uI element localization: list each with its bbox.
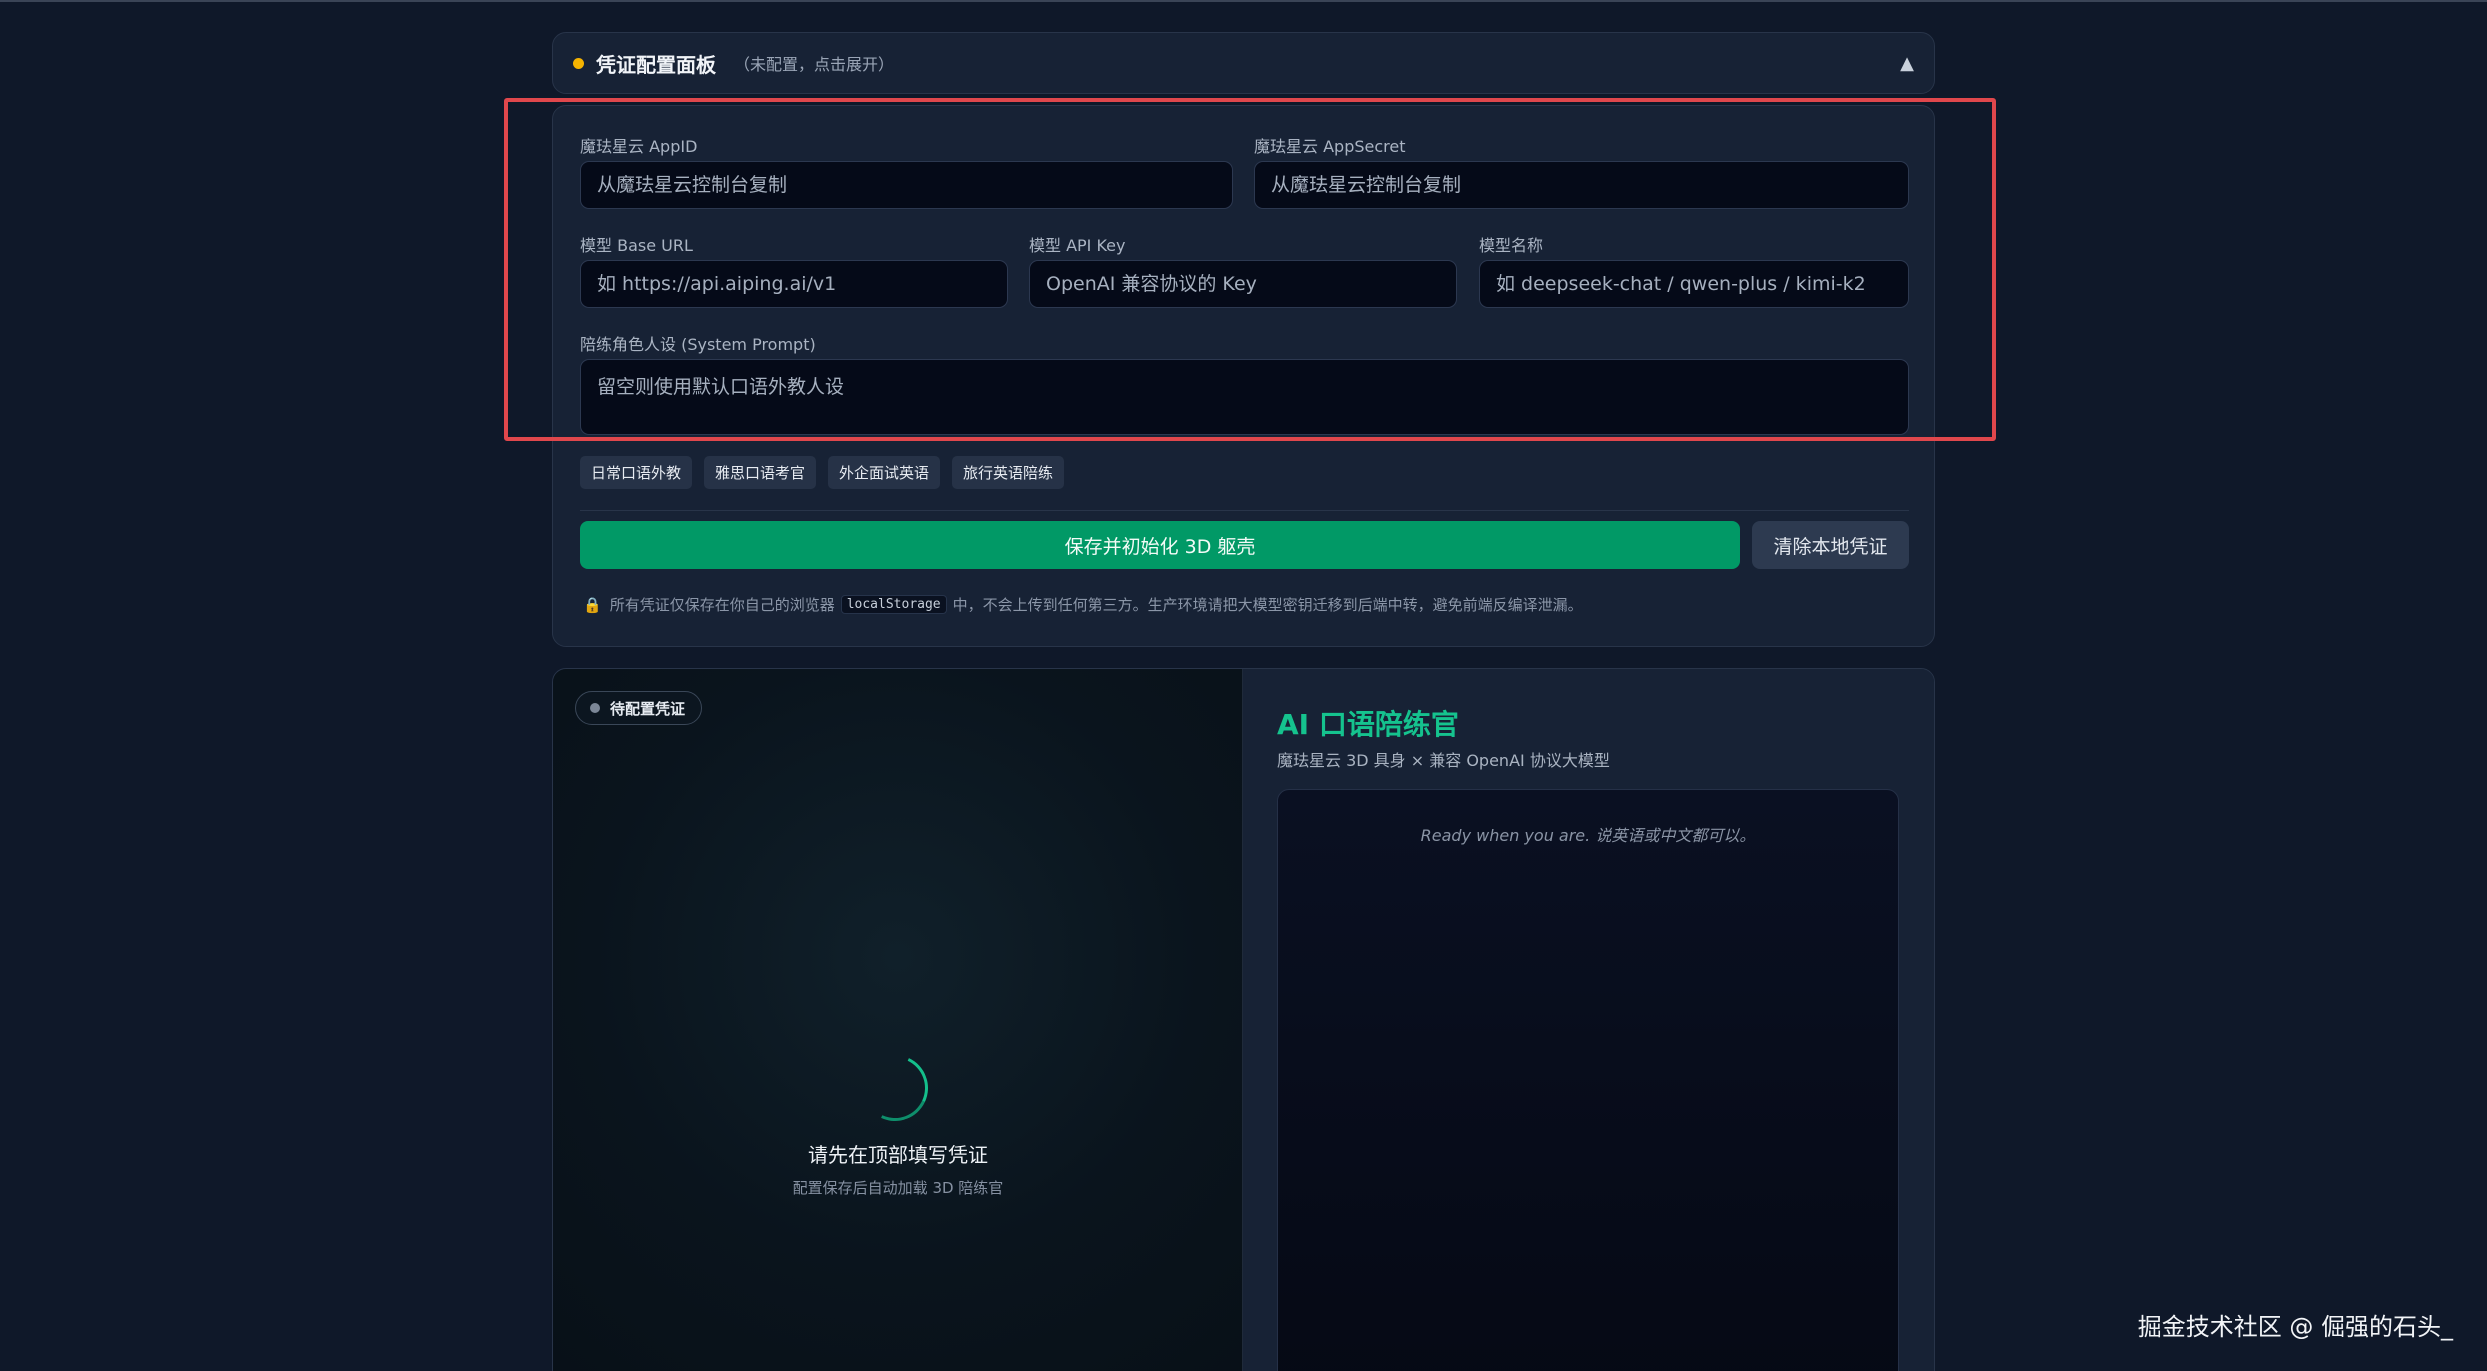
preset-chip-travel[interactable]: 旅行英语陪练	[952, 456, 1065, 489]
chat-message-area[interactable]: Ready when you are. 说英语或中文都可以。	[1277, 789, 1899, 1371]
chat-empty-hint: Ready when you are. 说英语或中文都可以。	[1420, 826, 1756, 845]
stage-status-text: 待配置凭证	[610, 699, 686, 718]
loading-spinner-icon	[852, 1045, 938, 1131]
api-key-label: 模型 API Key	[1029, 236, 1126, 255]
notice-code-localstorage: localStorage	[840, 595, 947, 614]
privacy-notice: 🔒 所有凭证仅保存在你自己的浏览器 localStorage 中，不会上传到任何…	[583, 594, 1583, 615]
config-panel-header[interactable]: 凭证配置面板 （未配置，点击展开） ▲	[552, 32, 1935, 94]
main-workspace: 待配置凭证 请先在顶部填写凭证 配置保存后自动加载 3D 陪练官 AI 口语陪练…	[552, 668, 1935, 1371]
notice-text-before: 所有凭证仅保存在你自己的浏览器	[609, 596, 835, 614]
appsecret-input[interactable]	[1254, 161, 1909, 209]
panel-divider	[580, 510, 1909, 511]
base-url-label: 模型 Base URL	[580, 236, 693, 255]
config-panel-subtitle: （未配置，点击展开）	[734, 55, 895, 74]
appsecret-label: 魔珐星云 AppSecret	[1254, 137, 1406, 156]
lock-icon: 🔒	[583, 595, 602, 614]
status-dot-yellow	[573, 57, 584, 69]
chat-panel: AI 口语陪练官 魔珐星云 3D 具身 × 兼容 OpenAI 协议大模型 Re…	[1243, 669, 1934, 1371]
top-border	[0, 0, 2487, 2]
notice-text-after: 中，不会上传到任何第三方。生产环境请把大模型密钥迁移到后端中转，避免前端反编译泄…	[952, 596, 1583, 614]
system-prompt-textarea[interactable]	[580, 359, 1909, 435]
system-prompt-label: 陪练角色人设 (System Prompt)	[580, 335, 816, 354]
status-dot-gray	[590, 703, 600, 713]
chat-title: AI 口语陪练官	[1277, 708, 1459, 741]
clear-credentials-button[interactable]: 清除本地凭证	[1752, 521, 1909, 569]
stage-submessage: 配置保存后自动加载 3D 陪练官	[792, 1179, 1004, 1197]
chat-subtitle: 魔珐星云 3D 具身 × 兼容 OpenAI 协议大模型	[1277, 751, 1610, 770]
model-name-input[interactable]	[1479, 260, 1909, 308]
stage-status-badge: 待配置凭证	[575, 691, 703, 725]
avatar-stage: 待配置凭证 请先在顶部填写凭证 配置保存后自动加载 3D 陪练官	[553, 669, 1243, 1371]
api-key-input[interactable]	[1029, 260, 1457, 308]
model-name-label: 模型名称	[1479, 236, 1544, 255]
preset-chip-row: 日常口语外教 雅思口语考官 外企面试英语 旅行英语陪练	[580, 456, 1065, 489]
preset-chip-interview[interactable]: 外企面试英语	[828, 456, 941, 489]
preset-chip-daily[interactable]: 日常口语外教	[580, 456, 693, 489]
config-form-panel: 魔珐星云 AppID 魔珐星云 AppSecret 模型 Base URL 模型…	[552, 105, 1935, 647]
save-init-button[interactable]: 保存并初始化 3D 躯壳	[580, 521, 1740, 569]
watermark: 掘金技术社区 @ 倔强的石头_	[2137, 1313, 2453, 1341]
config-panel-title: 凭证配置面板	[596, 52, 716, 77]
appid-label: 魔珐星云 AppID	[580, 137, 698, 156]
appid-input[interactable]	[580, 161, 1233, 209]
caret-up-icon[interactable]: ▲	[1900, 53, 1914, 74]
preset-chip-ielts[interactable]: 雅思口语考官	[704, 456, 817, 489]
stage-message: 请先在顶部填写凭证	[808, 1143, 988, 1167]
base-url-input[interactable]	[580, 260, 1008, 308]
